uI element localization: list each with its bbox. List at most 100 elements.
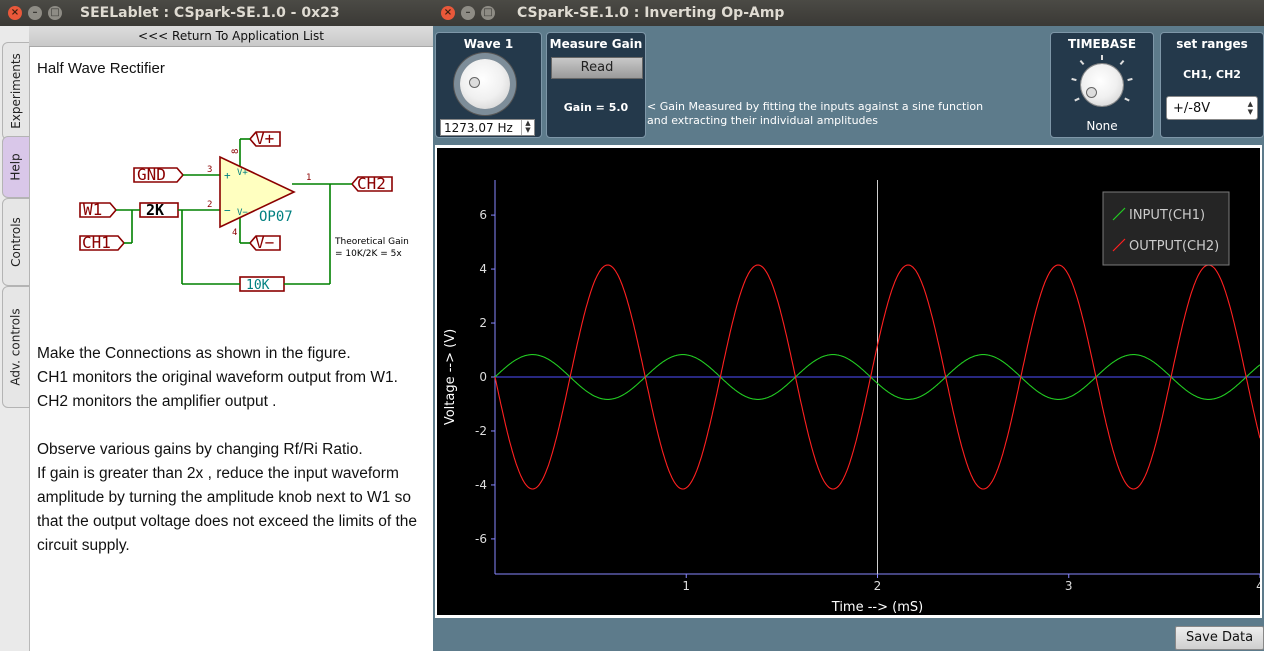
- gain-result: Gain = 5.0: [563, 101, 629, 114]
- set-ranges-panel: set ranges CH1, CH2 +/-8V ▲ ▼: [1160, 32, 1264, 138]
- vplus-flag-label: V+: [255, 129, 274, 148]
- knob-indicator-icon: [1086, 87, 1097, 98]
- tab-help[interactable]: Help: [2, 136, 30, 198]
- amplitude-knob[interactable]: [460, 59, 510, 109]
- legend-label: OUTPUT(CH2): [1129, 239, 1219, 254]
- help-content: Half Wave Rectifier V+ GND W1 CH1 CH2 V−…: [30, 47, 433, 651]
- knob-tick: [1127, 77, 1133, 82]
- gain-note-line1: Theoretical Gain: [334, 237, 409, 247]
- side-tab-bar: Experiments Help Controls Adv. controls: [0, 26, 30, 651]
- tab-controls[interactable]: Controls: [2, 198, 30, 286]
- minimize-icon[interactable]: –: [28, 6, 42, 20]
- left-titlebar: × – □ SEELablet : CSpark-SE.1.0 - 0x23: [0, 0, 433, 26]
- y-tick-label: -2: [475, 424, 487, 438]
- y-axis-label: Voltage --> (V): [443, 329, 458, 425]
- tab-label: Experiments: [9, 53, 23, 129]
- range-value: +/-8V: [1173, 101, 1211, 116]
- timebase-knob[interactable]: [1081, 64, 1123, 106]
- measure-gain-panel: Measure Gain Read Gain = 5.0: [546, 32, 646, 138]
- right-titlebar: × – □ CSpark-SE.1.0 : Inverting Op-Amp: [433, 0, 1264, 26]
- inverting-sign: −: [224, 204, 231, 217]
- pin1-label: 1: [306, 173, 311, 183]
- text-line: Observe various gains by changing Rf/Ri …: [37, 441, 363, 458]
- rf-resistor-label: 10K: [246, 278, 270, 293]
- wave1-panel: Wave 1 1273.07 Hz ▲ ▼: [435, 32, 542, 138]
- text-line: amplitude by turning the amplitude knob …: [37, 489, 411, 506]
- oscilloscope-plot[interactable]: 6 4 2 0 -2 -4 -6 1 2 3 4 Time --> (mS) Voltage --> (…: [437, 148, 1260, 615]
- text-line: that the output voltage does not exceed …: [37, 513, 417, 530]
- channels-label: CH1, CH2: [1183, 68, 1241, 81]
- tab-label: Help: [9, 153, 24, 181]
- pin8-label: 8: [231, 149, 241, 154]
- timebase-panel: TIMEBASE None: [1050, 32, 1154, 138]
- text-line: If gain is greater than 2x , reduce the …: [37, 465, 399, 482]
- knob-tick: [1119, 59, 1125, 66]
- range-select[interactable]: +/-8V ▲ ▼: [1166, 96, 1258, 120]
- pin3-label: 3: [207, 165, 212, 175]
- pin2-label: 2: [207, 200, 212, 210]
- gain-explanation: < Gain Measured by fitting the inputs ag…: [647, 100, 983, 128]
- circuit-schematic: V+ GND W1 CH1 CH2 V− 2K 10K OP07 3 2 8 4…: [79, 129, 409, 293]
- gain-note-line2: = 10K/2K = 5x: [335, 249, 402, 259]
- x-tick-label: 1: [682, 579, 690, 593]
- tab-adv-controls[interactable]: Adv. controls: [2, 286, 30, 408]
- panel-title: set ranges: [1176, 37, 1248, 51]
- maximize-icon[interactable]: □: [481, 6, 495, 20]
- close-icon[interactable]: ×: [8, 6, 22, 20]
- panel-title: TIMEBASE: [1067, 37, 1137, 51]
- tab-label: Controls: [9, 217, 24, 267]
- window-title: SEELablet : CSpark-SE.1.0 - 0x23: [80, 5, 340, 21]
- text-line: and extracting their individual amplitud…: [647, 114, 879, 127]
- y-tick-label: -4: [475, 478, 487, 492]
- ch2-flag-label: CH2: [357, 174, 386, 193]
- instructions-paragraph-2: Observe various gains by changing Rf/Ri …: [37, 438, 417, 558]
- x-axis-label: Time --> (mS): [831, 600, 923, 615]
- x-tick-label: 4: [1256, 579, 1260, 593]
- vminus-pin-label: V−: [237, 208, 248, 218]
- timebase-value: None: [1086, 119, 1118, 133]
- window-title: CSpark-SE.1.0 : Inverting Op-Amp: [517, 5, 785, 21]
- y-tick-label: 4: [479, 262, 487, 276]
- read-gain-button[interactable]: Read: [551, 57, 643, 79]
- knob-tick: [1079, 59, 1085, 66]
- noninverting-sign: +: [224, 169, 231, 182]
- w1-flag-label: W1: [83, 200, 102, 219]
- opamp-label: OP07: [259, 209, 293, 225]
- tab-experiments[interactable]: Experiments: [2, 42, 30, 140]
- legend-box: [1102, 191, 1230, 266]
- knob-tick: [1074, 97, 1080, 102]
- plot-frame: 6 4 2 0 -2 -4 -6 1 2 3 4 Time --> (mS) Voltage --> (…: [435, 145, 1262, 618]
- help-title: Half Wave Rectifier: [37, 60, 165, 77]
- ch1-flag-label: CH1: [82, 233, 111, 252]
- knob-indicator-icon: [469, 77, 480, 88]
- close-icon[interactable]: ×: [441, 6, 455, 20]
- vminus-flag-label: V−: [255, 233, 274, 252]
- text-line: CH1 monitors the original waveform outpu…: [37, 369, 398, 386]
- knob-tick: [1101, 55, 1103, 60]
- y-tick-label: -6: [475, 532, 487, 546]
- y-tick-label: 6: [479, 208, 487, 222]
- frequency-value: 1273.07 Hz: [444, 121, 513, 135]
- spin-arrows-icon[interactable]: ▲ ▼: [521, 120, 534, 135]
- text-line: circuit supply.: [37, 537, 130, 554]
- knob-tick: [1124, 97, 1130, 102]
- text-line: < Gain Measured by fitting the inputs ag…: [647, 100, 984, 113]
- opamp-window: × – □ CSpark-SE.1.0 : Inverting Op-Amp W…: [433, 0, 1264, 651]
- text-line: CH2 monitors the amplifier output .: [37, 393, 277, 410]
- legend: INPUT(CH1) OUTPUT(CH2): [1102, 191, 1230, 266]
- save-data-button[interactable]: Save Data: [1175, 626, 1264, 650]
- chevron-updown-icon: ▲ ▼: [1247, 100, 1253, 116]
- help-window: × – □ SEELablet : CSpark-SE.1.0 - 0x23 E…: [0, 0, 433, 651]
- legend-label: INPUT(CH1): [1129, 208, 1205, 223]
- y-tick-label: 0: [479, 370, 487, 384]
- panel-title: Wave 1: [463, 37, 514, 51]
- return-to-app-list-button[interactable]: <<< Return To Application List: [29, 26, 433, 47]
- frequency-spinbox[interactable]: 1273.07 Hz ▲ ▼: [440, 119, 535, 136]
- minimize-icon[interactable]: –: [461, 6, 475, 20]
- ri-resistor-label: 2K: [146, 201, 164, 219]
- text-line: Make the Connections as shown in the fig…: [37, 345, 351, 362]
- y-tick-label: 2: [479, 316, 487, 330]
- tab-label: Adv. controls: [9, 308, 24, 386]
- pin4-label: 4: [232, 228, 237, 238]
- maximize-icon[interactable]: □: [48, 6, 62, 20]
